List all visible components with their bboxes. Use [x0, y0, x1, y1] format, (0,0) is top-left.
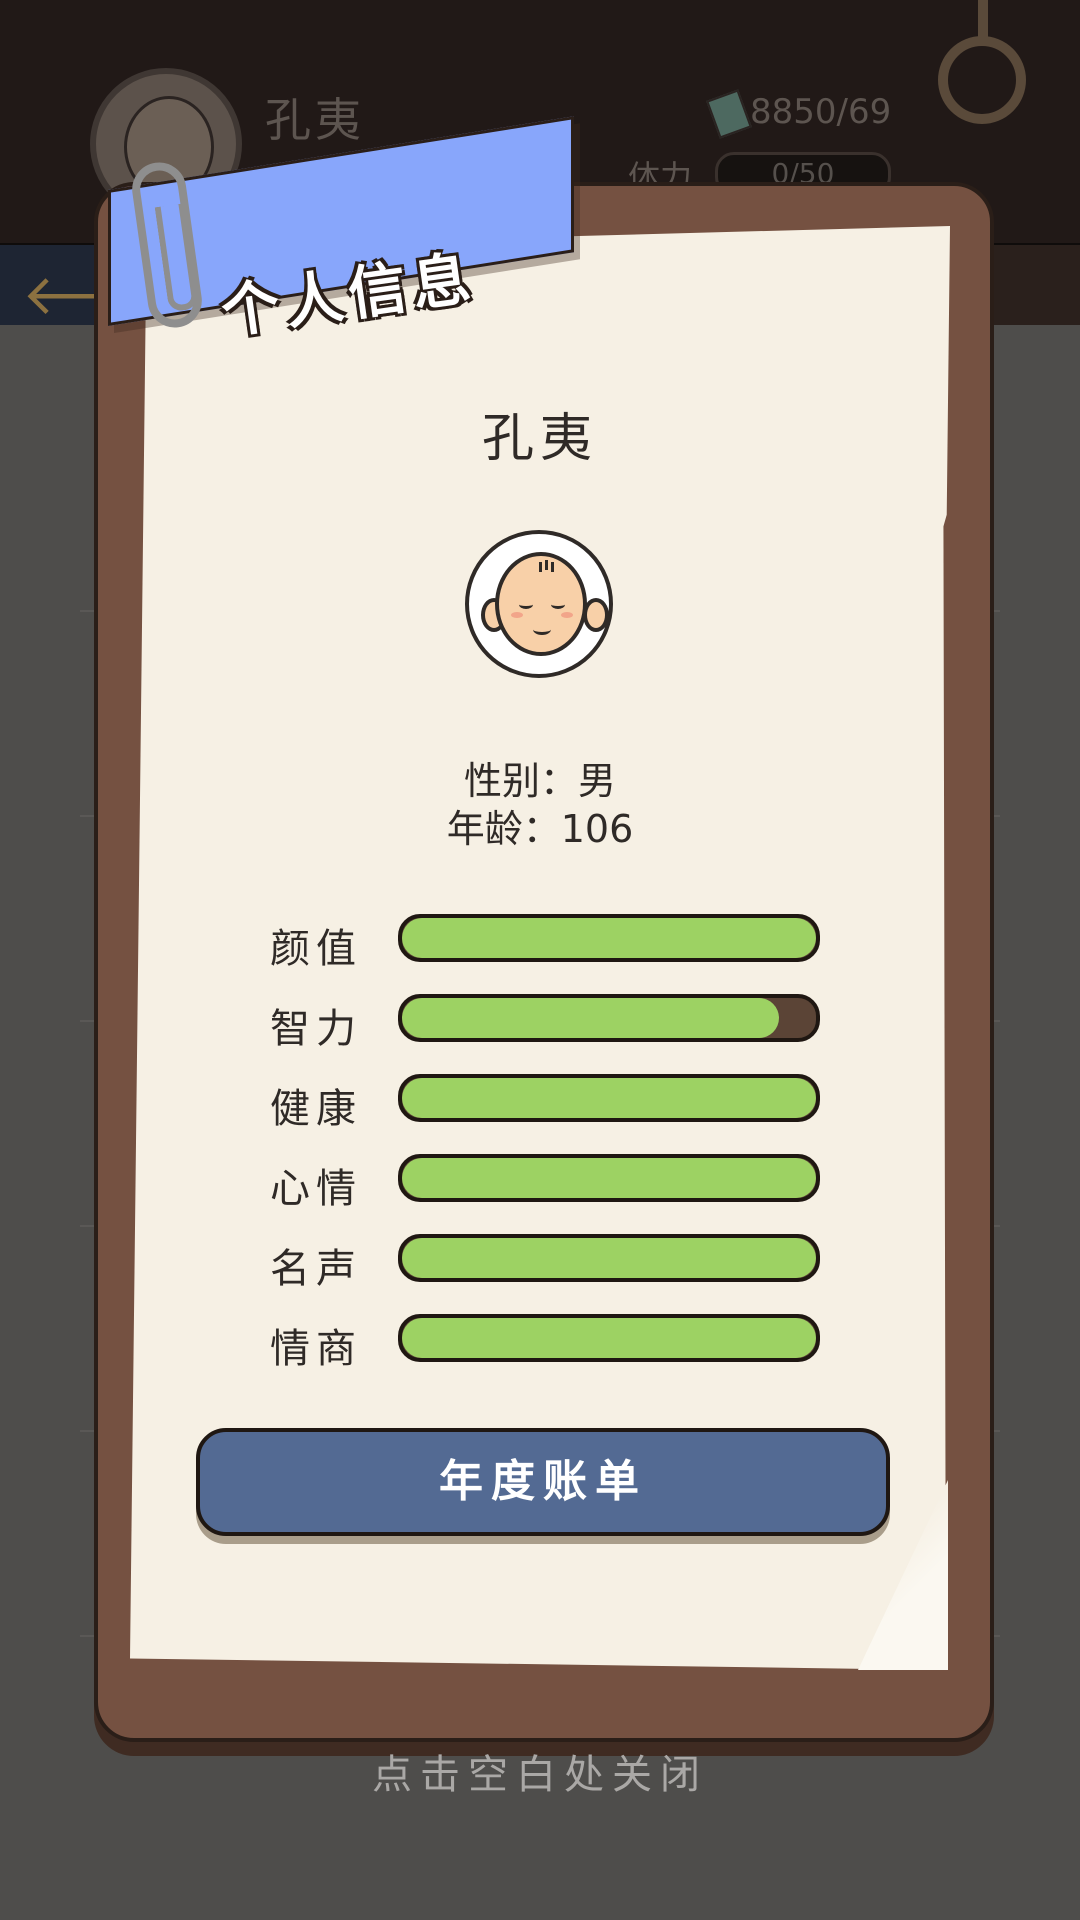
stat-bar-fill	[402, 918, 816, 958]
character-portrait	[465, 530, 613, 678]
stat-bar	[398, 1314, 820, 1362]
stat-bar	[398, 1074, 820, 1122]
stat-bar-fill	[402, 998, 779, 1038]
settings-ring-icon[interactable]	[938, 36, 1026, 124]
player-name: 孔夷	[265, 93, 365, 147]
character-name: 孔夷	[481, 409, 598, 469]
stat-bar	[398, 1154, 820, 1202]
stat-bar	[398, 914, 820, 962]
stat-label: 智力	[270, 1006, 362, 1052]
annual-bill-button[interactable]: 年度账单	[196, 1428, 890, 1536]
stat-label: 情商	[270, 1326, 362, 1372]
stat-label: 健康	[270, 1086, 362, 1132]
ring-stick	[978, 0, 988, 40]
stat-label: 心情	[270, 1166, 362, 1212]
old-man-face-icon	[495, 552, 587, 656]
nav-bar-right	[990, 245, 1080, 325]
stat-bar-fill	[402, 1158, 816, 1198]
close-hint: 点击空白处关闭	[372, 1752, 708, 1798]
currency-value: 8850/69	[750, 92, 892, 132]
age-text: 年龄：106	[446, 807, 634, 851]
stat-bar-fill	[402, 1078, 816, 1118]
stat-bar-fill	[402, 1238, 816, 1278]
gender-text: 性别：男	[463, 759, 616, 803]
stat-bar	[398, 994, 820, 1042]
stat-bar-fill	[402, 1318, 816, 1358]
stat-label: 名声	[270, 1246, 362, 1292]
stat-bar	[398, 1234, 820, 1282]
stat-label: 颜值	[270, 926, 362, 972]
